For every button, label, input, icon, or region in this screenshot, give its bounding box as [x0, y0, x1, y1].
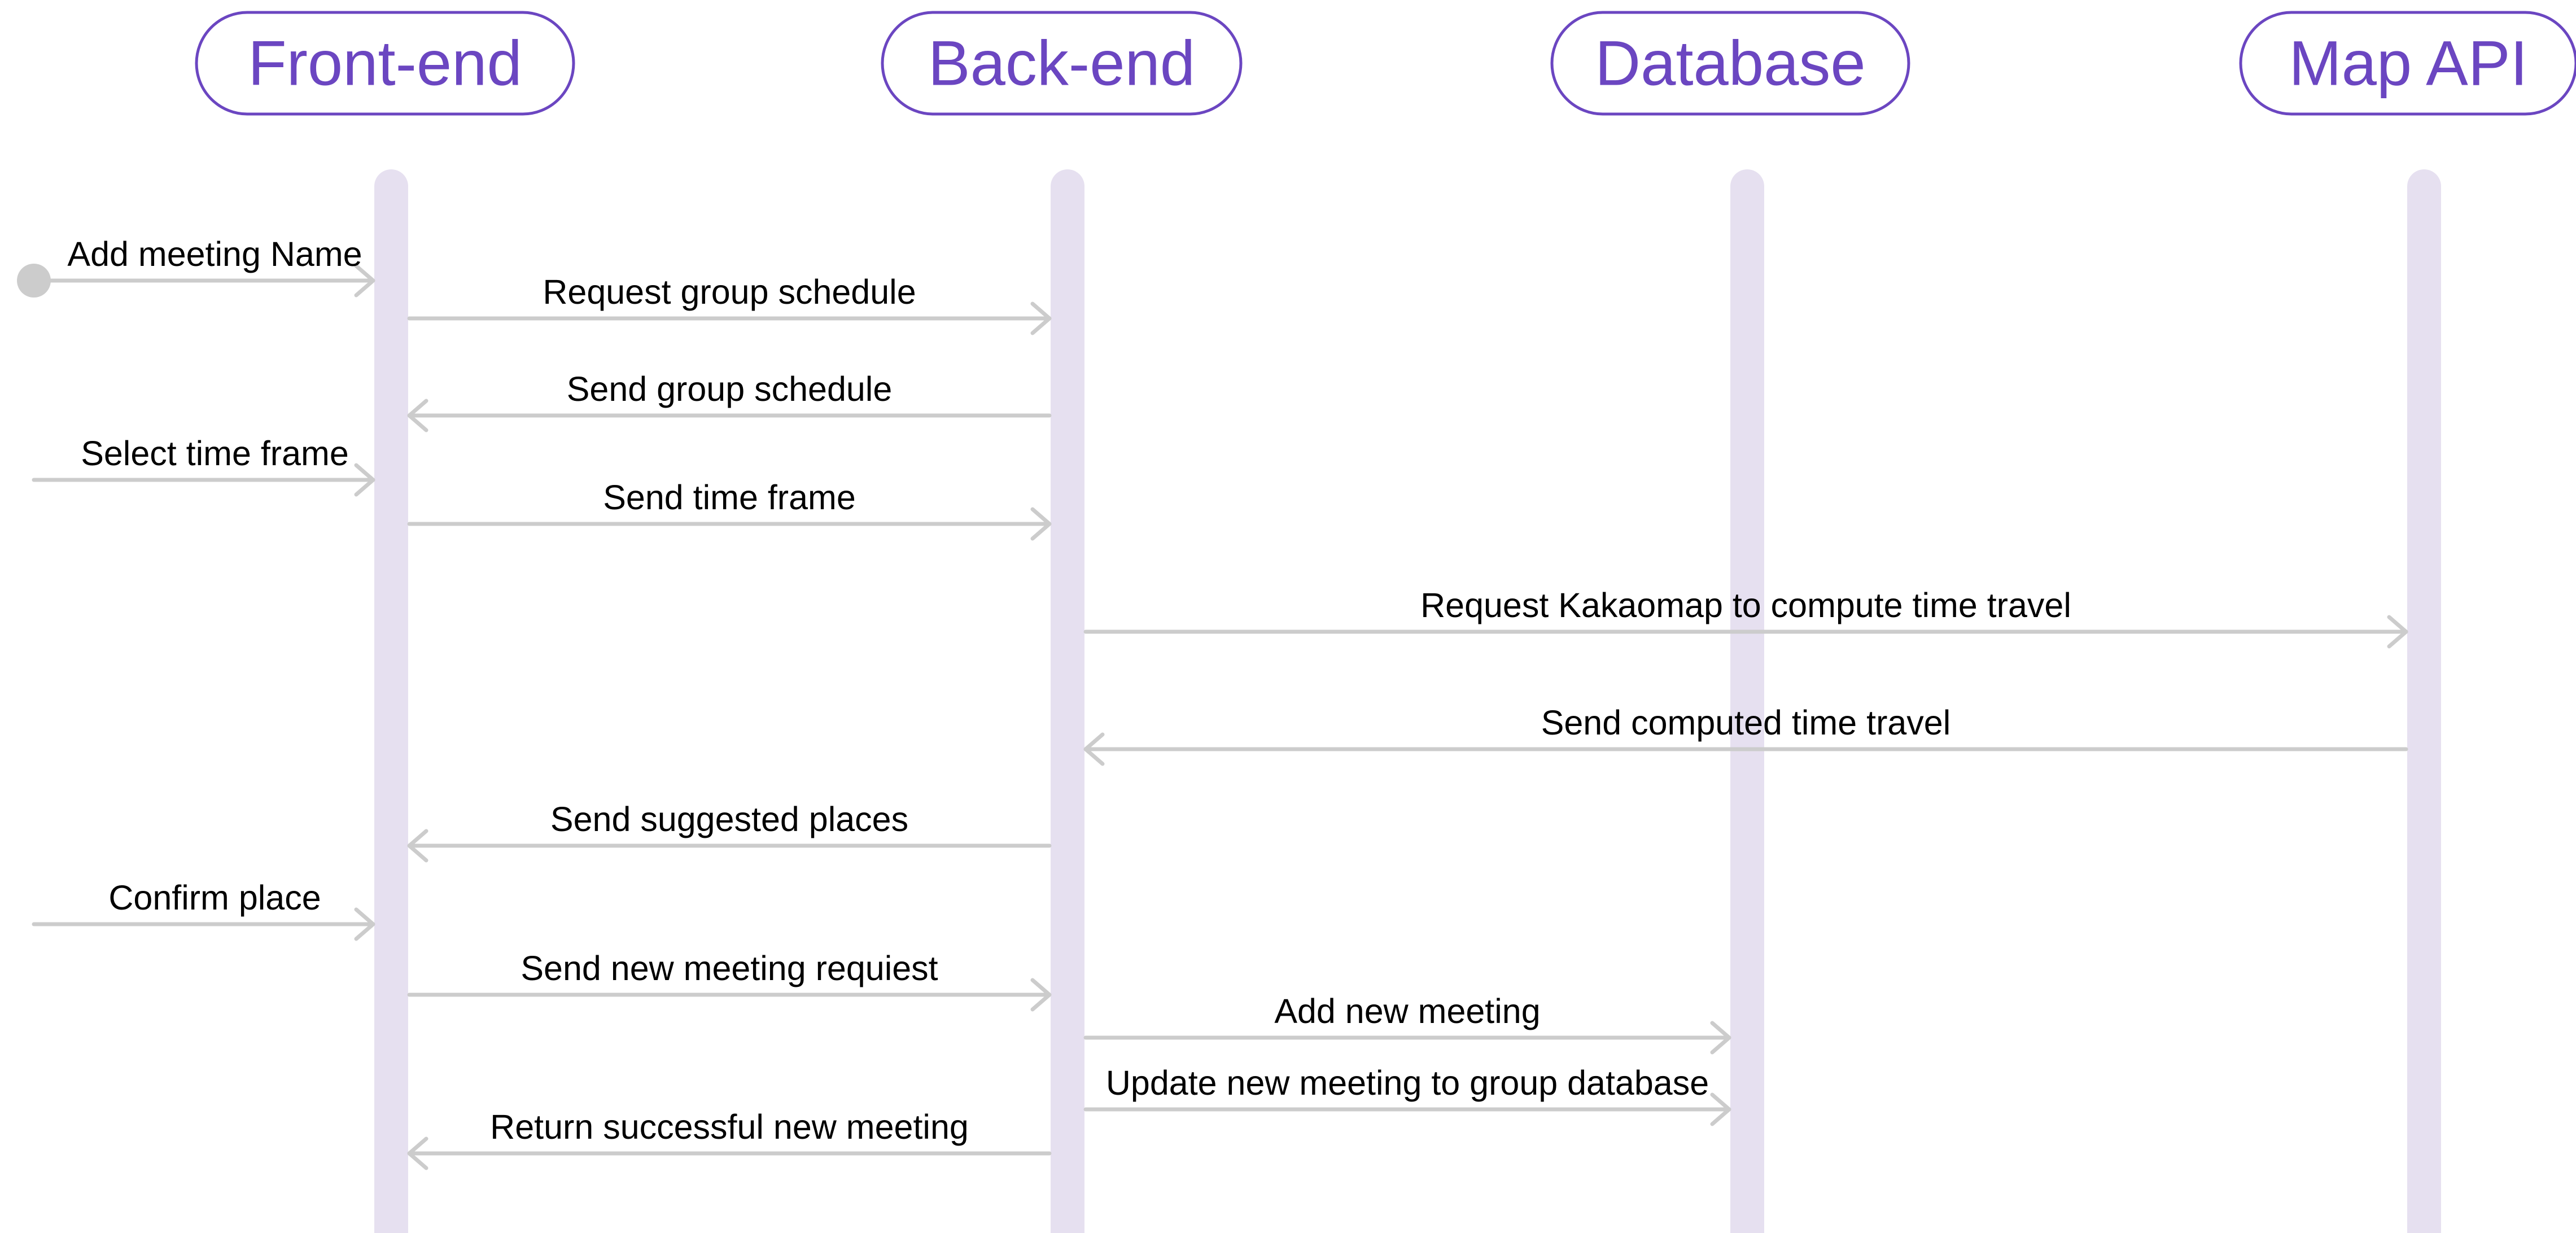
lifeline-frontend — [374, 169, 408, 1233]
sequence-diagram: Front-end Back-end Database Map API Add mee… — [17, 11, 2576, 1233]
participant-frontend: Front-end — [195, 11, 575, 116]
message-arrow: Add new meeting — [1083, 992, 1731, 1055]
participant-label: Back-end — [928, 28, 1195, 99]
lifeline-backend — [1051, 169, 1084, 1233]
message-label: Select time frame — [81, 434, 349, 473]
message-label: Confirm place — [108, 878, 321, 917]
participant-mapapi: Map API — [2239, 11, 2576, 116]
message-arrow: Request group schedule — [407, 273, 1052, 335]
message-label: Send new meeting requiest — [521, 949, 938, 987]
message-label: Request Kakaomap to compute time travel — [1420, 586, 2071, 624]
message-arrow: Confirm place — [32, 878, 375, 941]
participant-database: Database — [1550, 11, 1910, 116]
message-label: Send computed time travel — [1541, 703, 1951, 742]
message-arrow: Send time frame — [407, 478, 1052, 541]
message-label: Request group schedule — [543, 273, 916, 311]
message-arrow: Update new meeting to group database — [1083, 1064, 1731, 1126]
participant-headers: Front-end Back-end Database Map API — [195, 11, 2576, 116]
message-label: Return successful new meeting — [490, 1108, 969, 1146]
message-label: Send suggested places — [550, 800, 908, 838]
message-label: Send group schedule — [567, 370, 893, 408]
participant-label: Map API — [2289, 28, 2527, 99]
lifeline-database — [1730, 169, 1764, 1233]
message-label: Send time frame — [603, 478, 856, 517]
message-arrow: Add meeting Name — [17, 235, 375, 298]
message-arrow: Send suggested places — [407, 800, 1052, 863]
message-arrow: Return successful new meeting — [407, 1108, 1052, 1170]
message-label: Add new meeting — [1274, 992, 1540, 1030]
message-arrow: Send new meeting requiest — [407, 949, 1052, 1012]
participant-backend: Back-end — [881, 11, 1243, 116]
message-label: Update new meeting to group database — [1106, 1064, 1709, 1102]
message-arrow: Send group schedule — [407, 370, 1052, 432]
participant-label: Database — [1595, 28, 1865, 99]
participant-label: Front-end — [248, 28, 522, 99]
message-label: Add meeting Name — [67, 235, 362, 273]
message-arrow: Select time frame — [32, 434, 375, 497]
lifeline-mapapi — [2407, 169, 2441, 1233]
